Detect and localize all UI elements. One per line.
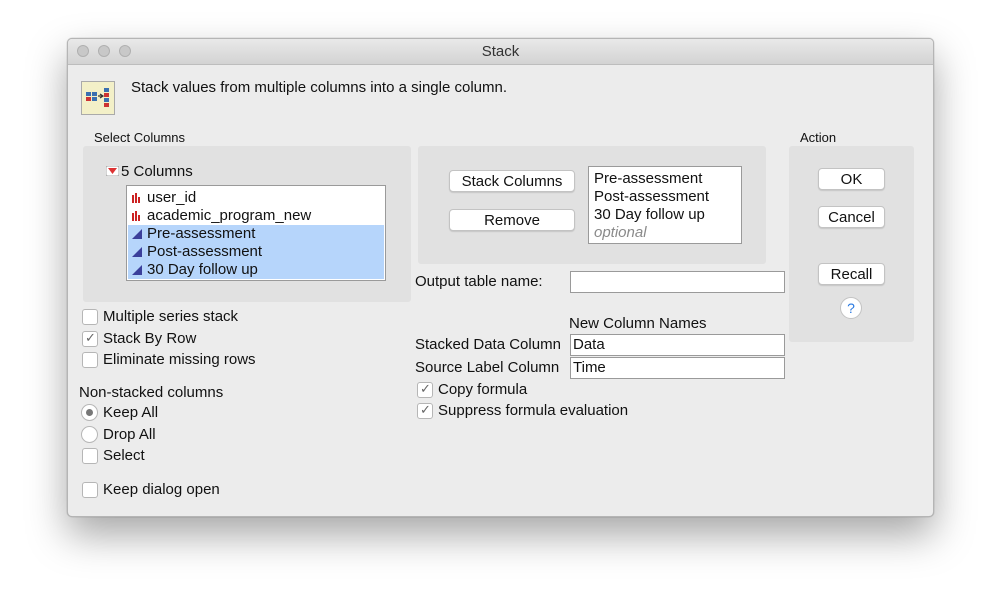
stacked-column-item[interactable]: Pre-assessment: [594, 170, 702, 187]
dialog-description: Stack values from multiple columns into …: [131, 79, 507, 96]
window-title: Stack: [481, 43, 520, 60]
stack-dialog: Stack Stack values from multiple columns…: [67, 38, 934, 517]
action-panel: OK Cancel Recall ?: [789, 146, 914, 342]
stack-by-row-label: Stack By Row: [103, 330, 197, 347]
multiple-series-stack-checkbox[interactable]: [82, 309, 98, 325]
zoom-window-button[interactable]: [119, 45, 131, 57]
keep-dialog-open-checkbox[interactable]: [82, 482, 98, 498]
continuous-icon: [132, 229, 142, 239]
keep-all-radio[interactable]: [81, 404, 98, 421]
triangle-down-icon[interactable]: [106, 166, 119, 176]
stack-columns-button[interactable]: Stack Columns: [449, 170, 575, 192]
column-item-user-id[interactable]: user_id: [128, 189, 384, 207]
select-label: Select: [103, 447, 145, 464]
remove-button[interactable]: Remove: [449, 209, 575, 231]
column-name: user_id: [147, 189, 197, 206]
column-item-academic-program-new[interactable]: academic_program_new: [128, 207, 384, 225]
cancel-button[interactable]: Cancel: [818, 206, 885, 228]
new-column-names-header: New Column Names: [569, 315, 707, 332]
copy-formula-label: Copy formula: [438, 381, 528, 398]
select-columns-header: Select Columns: [94, 130, 186, 145]
source-label-column-field[interactable]: Time: [570, 357, 785, 379]
continuous-icon: [132, 247, 142, 257]
column-item-30-day-follow-up[interactable]: 30 Day follow up: [128, 261, 384, 279]
title-bar: Stack: [68, 39, 933, 65]
close-window-button[interactable]: [77, 45, 89, 57]
drop-all-radio[interactable]: [81, 426, 98, 443]
source-label-column-label: Source Label Column: [415, 359, 560, 376]
stacked-column-item[interactable]: Post-assessment: [594, 188, 709, 205]
checkmark-icon: ✓: [420, 381, 431, 396]
column-name: academic_program_new: [147, 207, 312, 224]
output-table-name-label: Output table name:: [415, 273, 543, 290]
ok-button[interactable]: OK: [818, 168, 885, 190]
stack-platform-icon: [81, 81, 115, 115]
suppress-formula-checkbox[interactable]: ✓: [417, 402, 433, 419]
select-columns-panel: 5 Columns user_id academic_program_new P…: [83, 146, 411, 302]
copy-formula-checkbox[interactable]: ✓: [417, 381, 433, 398]
multiple-series-stack-label: Multiple series stack: [103, 308, 239, 325]
column-list[interactable]: user_id academic_program_new Pre-assessm…: [126, 185, 386, 281]
nominal-icon: [132, 193, 140, 203]
nominal-icon: [132, 211, 140, 221]
checkmark-icon: ✓: [85, 330, 96, 345]
column-name: 30 Day follow up: [147, 261, 258, 278]
continuous-icon: [132, 265, 142, 275]
eliminate-missing-rows-label: Eliminate missing rows: [103, 351, 256, 368]
column-item-post-assessment[interactable]: Post-assessment: [128, 243, 384, 261]
recall-button[interactable]: Recall: [818, 263, 885, 285]
eliminate-missing-rows-checkbox[interactable]: [82, 352, 98, 368]
stacked-data-column-label: Stacked Data Column: [415, 336, 561, 353]
suppress-formula-label: Suppress formula evaluation: [438, 402, 629, 419]
select-checkbox[interactable]: [82, 448, 98, 464]
checkmark-icon: ✓: [420, 402, 431, 417]
column-name: Pre-assessment: [147, 225, 256, 242]
action-header: Action: [800, 130, 837, 145]
minimize-window-button[interactable]: [98, 45, 110, 57]
output-table-name-field[interactable]: [570, 271, 785, 293]
keep-dialog-open-label: Keep dialog open: [103, 481, 220, 498]
help-button[interactable]: ?: [840, 297, 862, 319]
stacked-column-item[interactable]: 30 Day follow up: [594, 206, 705, 223]
column-name: Post-assessment: [147, 243, 263, 260]
stacked-columns-list[interactable]: Pre-assessment Post-assessment 30 Day fo…: [588, 166, 742, 244]
stack-by-row-checkbox[interactable]: ✓: [82, 330, 98, 347]
roles-panel: Stack Columns Remove Pre-assessment Post…: [418, 146, 766, 264]
drop-all-label: Drop All: [103, 426, 156, 443]
non-stacked-columns-header: Non-stacked columns: [79, 384, 224, 401]
column-item-pre-assessment[interactable]: Pre-assessment: [128, 225, 384, 243]
column-group-label: 5 Columns: [121, 163, 193, 180]
optional-placeholder: optional: [594, 224, 647, 241]
stacked-data-column-field[interactable]: Data: [570, 334, 785, 356]
keep-all-label: Keep All: [103, 404, 159, 421]
